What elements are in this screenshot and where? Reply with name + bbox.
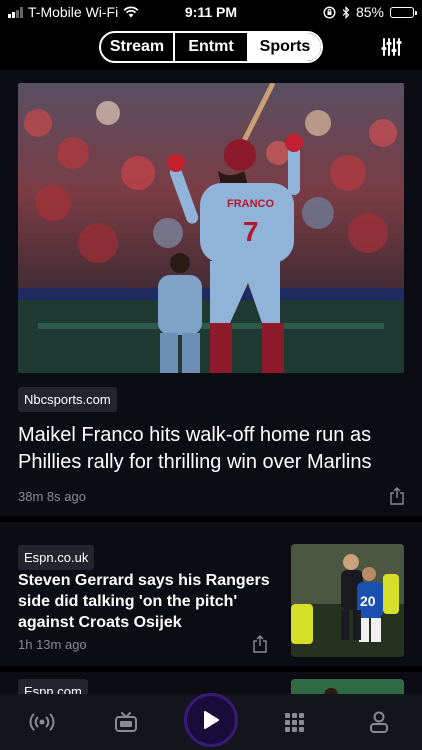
feed-divider bbox=[0, 516, 422, 522]
bottom-tab-bar bbox=[0, 694, 422, 750]
tv-icon bbox=[115, 712, 137, 732]
story3-thumbnail[interactable] bbox=[291, 679, 404, 694]
story-headline[interactable]: Steven Gerrard says his Rangers side did… bbox=[18, 570, 273, 633]
share-icon[interactable] bbox=[252, 635, 268, 653]
baseball-photo: FRANCO 7 bbox=[18, 83, 404, 373]
hero-source-chip[interactable]: Nbcsports.com bbox=[18, 387, 117, 412]
grid-icon bbox=[285, 713, 304, 732]
soccer-photo: 20 bbox=[291, 544, 404, 657]
radio-icon bbox=[29, 713, 55, 731]
tab-profile[interactable] bbox=[364, 707, 394, 737]
tab-entmt[interactable]: Entmt bbox=[175, 33, 249, 61]
story3-source-chip[interactable]: Espn.com bbox=[18, 679, 88, 694]
battery-percent: 85% bbox=[355, 4, 384, 20]
top-nav: Stream Entmt Sports bbox=[0, 24, 422, 70]
sliders-icon[interactable] bbox=[380, 36, 402, 58]
profile-icon bbox=[370, 711, 388, 733]
tab-sports[interactable]: Sports bbox=[249, 33, 321, 61]
status-right: 85% bbox=[323, 4, 417, 20]
hero-timestamp: 38m 8s ago bbox=[18, 489, 86, 504]
tab-stream[interactable]: Stream bbox=[101, 33, 175, 61]
story-source-chip[interactable]: Espn.co.uk bbox=[18, 545, 95, 570]
tab-grid[interactable] bbox=[279, 707, 309, 737]
thumb-jersey-number: 20 bbox=[360, 593, 376, 609]
orientation-lock-icon bbox=[323, 5, 336, 19]
status-bar: T-Mobile Wi-Fi 9:11 PM 85% bbox=[0, 0, 422, 24]
story-timestamp: 1h 13m ago bbox=[18, 637, 87, 652]
category-switcher: Stream Entmt Sports bbox=[99, 31, 323, 63]
feed-divider bbox=[0, 666, 422, 672]
tab-tv[interactable] bbox=[111, 707, 141, 737]
battery-icon bbox=[390, 6, 417, 18]
news-feed[interactable]: FRANCO 7 Nbcsports.com Maikel Franco hit… bbox=[0, 70, 422, 694]
hero-headline[interactable]: Maikel Franco hits walk-off home run as … bbox=[18, 422, 408, 476]
play-button[interactable] bbox=[187, 696, 235, 744]
share-icon[interactable] bbox=[389, 487, 405, 505]
jersey-name: FRANCO bbox=[227, 198, 274, 210]
jersey-number: 7 bbox=[243, 216, 259, 247]
hero-story-image[interactable]: FRANCO 7 bbox=[18, 83, 404, 373]
story-thumbnail[interactable]: 20 bbox=[291, 544, 404, 657]
play-icon bbox=[204, 711, 219, 729]
tab-radio[interactable] bbox=[27, 707, 57, 737]
story3-photo bbox=[291, 679, 404, 694]
bluetooth-icon bbox=[342, 5, 350, 19]
